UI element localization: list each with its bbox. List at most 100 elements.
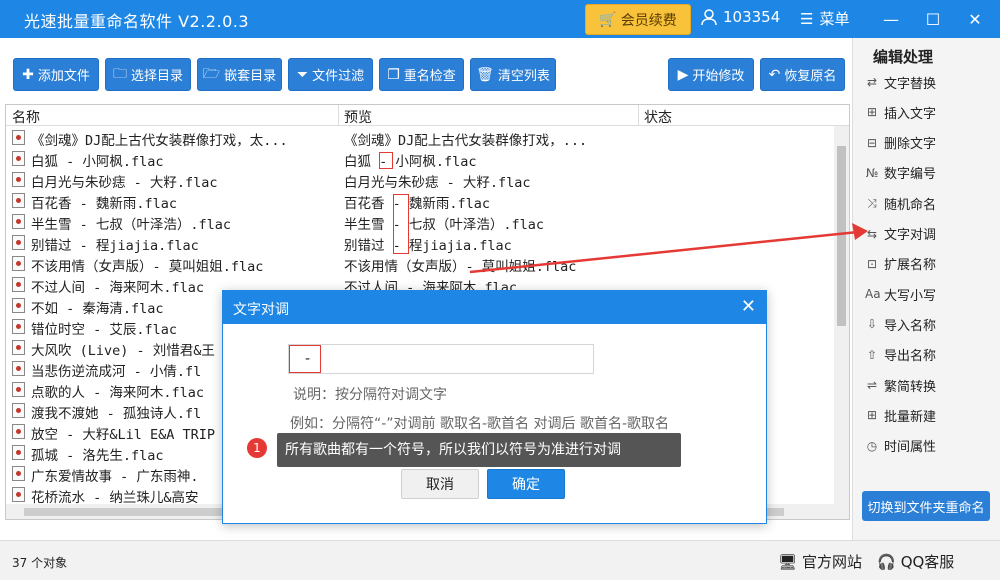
user-icon — [701, 9, 717, 26]
table-row[interactable]: 百花香 - 魏新雨.flac 百花香 - 魏新雨.flac — [6, 190, 836, 212]
file-preview: 不该用情（女声版）- 莫叫姐姐.flac — [344, 259, 577, 275]
panel-item-label: 导出名称 — [884, 349, 937, 365]
monitor-icon: 🖥 — [778, 552, 798, 571]
confirm-button[interactable]: 确定 — [487, 469, 565, 499]
audio-file-icon — [12, 193, 25, 208]
file-filter-button[interactable]: ⏷ 文件过滤 — [288, 58, 373, 91]
dialog-header: 文字对调 ✕ — [223, 291, 766, 324]
toolbar: ✚ 添加文件 🗀 选择目录 🗁 嵌套目录 ⏷ 文件过滤 ❐ 重名检查 🗑 清空列… — [0, 38, 852, 102]
audio-file-icon — [12, 172, 25, 187]
qq-service-link[interactable]: 🎧 QQ客服 — [877, 551, 954, 572]
panel-item[interactable]: ⊞ 插入文字 — [865, 101, 936, 123]
panel-item[interactable]: ⇩ 导入名称 — [865, 313, 936, 335]
start-modify-button[interactable]: ▶ 开始修改 — [668, 58, 754, 91]
close-icon[interactable]: ✕ — [741, 296, 756, 317]
convert-icon: ⇌ — [866, 378, 878, 392]
panel-item[interactable]: ⊡ 扩展名称 — [865, 253, 936, 275]
table-row[interactable]: 不该用情（女声版）- 莫叫姐姐.flac 不该用情（女声版）- 莫叫姐姐.flac — [6, 253, 836, 275]
panel-item[interactable]: ⇌ 繁简转换 — [865, 374, 936, 396]
panel-item-label: 导入名称 — [884, 318, 937, 334]
vip-renew-button[interactable]: 🛒 会员续费 — [585, 4, 691, 35]
panel-item[interactable]: Aa 大写小写 — [865, 283, 936, 305]
column-status[interactable]: 状态 — [644, 107, 672, 127]
restore-name-button[interactable]: ↶ 恢复原名 — [760, 58, 845, 91]
minimize-icon[interactable]: — — [878, 6, 904, 32]
file-preview: 白月光与朱砂痣 - 大籽.flac — [344, 175, 531, 191]
audio-file-icon — [12, 403, 25, 418]
table-row[interactable]: 别错过 - 程jiajia.flac 别错过 - 程jiajia.flac — [6, 232, 836, 254]
separator-input[interactable]: - — [288, 344, 594, 374]
rename-check-button[interactable]: ❐ 重名检查 — [379, 58, 464, 91]
highlight-separator — [379, 152, 393, 169]
audio-file-icon — [12, 298, 25, 313]
file-preview: 别错过 - 程jiajia.flac — [344, 238, 512, 254]
panel-item-label: 繁简转换 — [884, 379, 937, 395]
app-title: 光速批量重命名软件 V2.2.0.3 — [24, 12, 250, 31]
panel-item-label: 随机命名 — [884, 197, 937, 213]
undo-icon: ↶ — [768, 66, 781, 83]
column-preview[interactable]: 预览 — [344, 107, 372, 127]
panel-item[interactable]: ⊟ 删除文字 — [865, 132, 936, 154]
menu-button[interactable]: ☰ 菜单 — [800, 8, 849, 29]
title-bar: 光速批量重命名软件 V2.2.0.3 🛒 会员续费 103354 ☰ 菜单 — … — [0, 0, 1000, 38]
cancel-button[interactable]: 取消 — [401, 469, 479, 499]
audio-file-icon — [12, 445, 25, 460]
hamburger-icon: ☰ — [800, 9, 814, 28]
table-row[interactable]: 半生雪 - 七叔（叶泽浩）.flac 半生雪 - 七叔（叶泽浩）.flac — [6, 211, 836, 233]
folder-open-icon: 🗁 — [202, 65, 221, 82]
cart-icon: 🛒 — [599, 11, 617, 28]
audio-file-icon — [12, 424, 25, 439]
case-icon: Aa — [865, 287, 881, 302]
insert-icon: ⊞ — [866, 105, 878, 120]
dialog-description: 说明：按分隔符对调文字 — [293, 387, 447, 403]
panel-item[interactable]: ⊞ 批量新建 — [865, 404, 936, 426]
object-count: 37 个对象 — [12, 556, 68, 570]
table-row[interactable]: 白狐 - 小阿枫.flac 白狐 - 小阿枫.flac — [6, 148, 836, 170]
audio-file-icon — [12, 235, 25, 250]
edit-panel: 编辑处理 ⇄ 文字替换 ⊞ 插入文字 ⊟ 删除文字 № 数字编号 ⤨ 随机命名 ⇆ 文字对调 ⊡ 扩展名称… — [852, 38, 1000, 540]
panel-item-label: 文字对调 — [884, 228, 937, 243]
clock-icon: ◷ — [866, 438, 878, 453]
panel-item[interactable]: ⇧ 导出名称 — [865, 344, 936, 366]
vertical-scrollbar[interactable] — [834, 126, 849, 506]
dialog-title: 文字对调 — [233, 302, 289, 318]
audio-file-icon — [12, 256, 25, 271]
close-icon[interactable]: ✕ — [962, 6, 988, 32]
panel-item[interactable]: ◷ 时间属性 — [865, 435, 936, 457]
panel-item-label: 文字替换 — [884, 76, 937, 92]
switch-folder-rename-button[interactable]: 切换到文件夹重命名 — [862, 491, 990, 521]
table-row[interactable]: 《剑魂》DJ配上古代女装群像打戏，太... 《剑魂》DJ配上古代女装群像打戏，..… — [6, 127, 836, 149]
export-icon: ⇧ — [866, 347, 878, 362]
swap-icon: ⇆ — [866, 226, 878, 241]
audio-file-icon — [12, 151, 25, 166]
select-dir-button[interactable]: 🗀 选择目录 — [105, 58, 191, 91]
trash-icon: 🗑 — [476, 66, 494, 83]
official-site-link[interactable]: 🖥 官方网站 — [778, 551, 862, 572]
nested-dir-button[interactable]: 🗁 嵌套目录 — [197, 58, 282, 91]
table-row[interactable]: 白月光与朱砂痣 - 大籽.flac 白月光与朱砂痣 - 大籽.flac — [6, 169, 836, 191]
extension-icon: ⊡ — [866, 256, 878, 271]
qq-service-label: QQ客服 — [900, 553, 955, 571]
audio-file-icon — [12, 340, 25, 355]
user-account[interactable]: 103354 — [700, 8, 780, 26]
audio-file-icon — [12, 130, 25, 145]
highlight-input — [289, 345, 321, 373]
audio-file-icon — [12, 466, 25, 481]
maximize-icon[interactable]: ☐ — [920, 6, 946, 32]
panel-item-label: 插入文字 — [884, 106, 937, 122]
number-icon: № — [865, 165, 879, 180]
clear-list-button[interactable]: 🗑 清空列表 — [470, 58, 556, 91]
folder-icon: 🗀 — [112, 65, 127, 82]
add-file-button[interactable]: ✚ 添加文件 — [13, 58, 99, 91]
panel-item[interactable]: ⤨ 随机命名 — [865, 192, 936, 214]
highlight-separator — [393, 194, 409, 254]
user-id: 103354 — [723, 8, 781, 26]
panel-item[interactable]: ⇄ 文字替换 — [865, 71, 936, 93]
panel-item[interactable]: № 数字编号 — [865, 162, 936, 184]
restore-name-label: 恢复原名 — [784, 69, 837, 84]
audio-file-icon — [12, 361, 25, 376]
file-filter-label: 文件过滤 — [312, 69, 365, 84]
column-name[interactable]: 名称 — [12, 107, 40, 127]
panel-item[interactable]: ⇆ 文字对调 — [865, 223, 936, 245]
annotation-tooltip: 所有歌曲都有一个符号，所以我们以符号为准进行对调 — [277, 433, 681, 467]
